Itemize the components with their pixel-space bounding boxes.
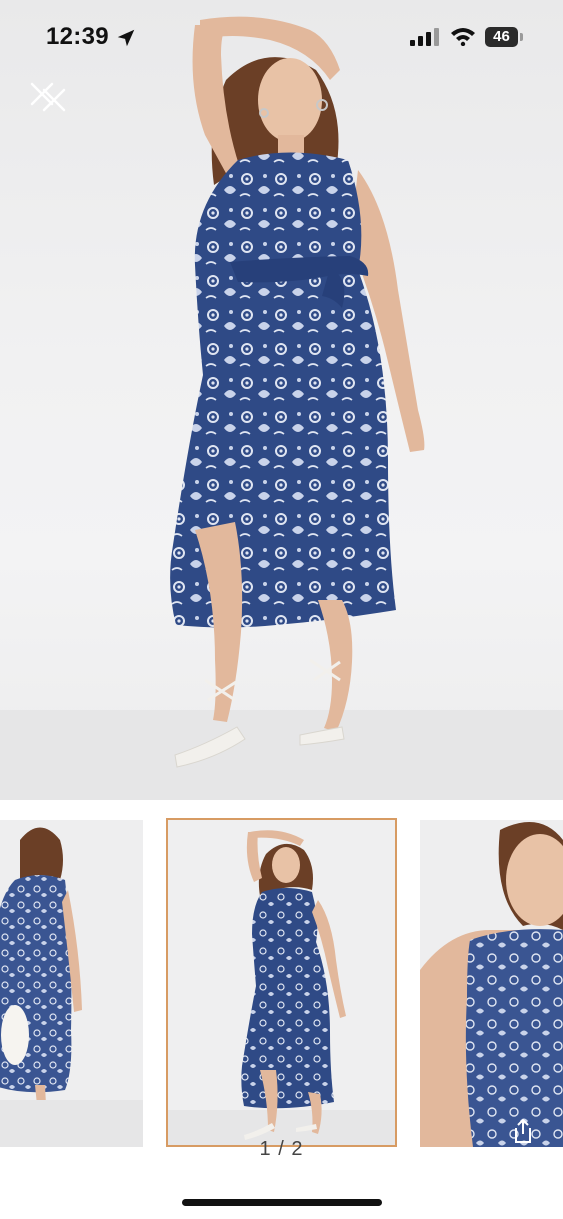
thumbnail-3[interactable] [420,820,563,1147]
battery-icon: 46 [485,27,525,47]
cellular-signal-icon [410,28,439,46]
battery-level: 46 [493,28,510,45]
thumbnail-image [420,820,563,1147]
thumbnail-image [0,820,143,1147]
thumbnail-strip [0,818,563,1150]
close-button[interactable] [28,80,68,114]
home-indicator[interactable] [182,1199,382,1206]
wifi-icon [451,28,475,46]
thumbnail-image [168,820,395,1145]
status-bar: 12:39 46 [0,0,563,72]
page-indicator: 1 / 2 [259,1138,304,1160]
close-icon [30,82,66,112]
model-photo [0,16,563,800]
status-time: 12:39 [46,23,109,50]
product-image-main[interactable] [0,0,563,800]
thumbnail-2-selected[interactable] [166,818,397,1147]
thumbnail-1[interactable] [0,820,143,1147]
location-arrow-icon [117,29,135,47]
